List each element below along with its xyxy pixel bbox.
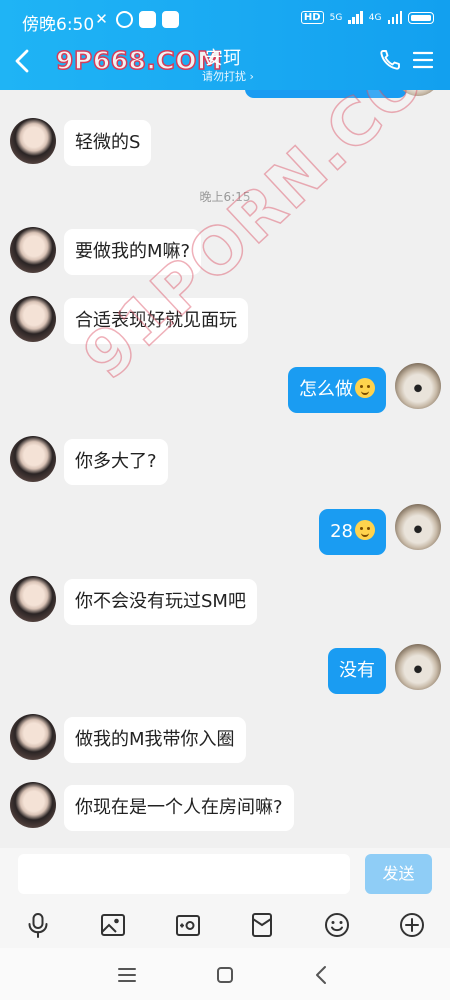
contact-avatar[interactable] (10, 576, 56, 622)
phone-icon[interactable] (378, 48, 402, 72)
plus-icon[interactable] (398, 911, 426, 939)
contact-avatar[interactable] (10, 436, 56, 482)
contact-avatar[interactable] (10, 118, 56, 164)
contact-avatar[interactable] (10, 714, 56, 760)
contact-avatar[interactable] (10, 296, 56, 342)
message-bubble-outgoing[interactable]: 28 (319, 509, 386, 555)
message-bubble[interactable]: 轻微的S (64, 120, 152, 166)
send-button[interactable]: 发送 (365, 854, 432, 894)
timestamp: 晚上6:15 (199, 190, 251, 204)
message-bubble[interactable]: 你多大了? (64, 439, 168, 485)
message-bubble[interactable]: 要做我的M嘛? (64, 229, 202, 275)
my-avatar[interactable] (395, 644, 441, 690)
chat-toolbar (0, 903, 450, 948)
contact-name[interactable]: 安珂 (205, 44, 241, 70)
network-5g: 5G (329, 12, 343, 23)
chat-area[interactable]: 轻微的S 晚上6:15 要做我的M嘛? 合适表现好就见面玩 怎么做 你多大了? … (0, 90, 450, 850)
recent-apps-icon[interactable] (116, 964, 138, 986)
message-bubble[interactable]: 合适表现好就见面玩 (64, 298, 248, 344)
status-time: 傍晚6:50 (22, 15, 95, 35)
status-bar: 傍晚6:50 ✕ HD 5G 4G (0, 0, 450, 42)
message-bubble[interactable]: 你不会没有玩过SM吧 (64, 579, 257, 625)
microphone-icon[interactable] (24, 911, 52, 939)
signal-icon-1 (348, 11, 363, 24)
message-bubble[interactable]: 你现在是一个人在房间嘛? (64, 785, 294, 831)
mute-icon: ✕ (95, 10, 108, 28)
contact-status[interactable]: 请勿打扰 › (202, 68, 254, 84)
nav-back-icon[interactable] (311, 964, 333, 986)
my-avatar[interactable] (395, 363, 441, 409)
input-bar: 发送 (0, 848, 450, 906)
emoji-icon[interactable] (323, 911, 351, 939)
message-bubble-outgoing[interactable]: 没有 (328, 648, 386, 694)
home-icon[interactable] (214, 964, 236, 986)
app-notification-icon (162, 11, 179, 28)
partial-outgoing-bubble (245, 90, 407, 98)
network-4g: 4G (368, 12, 382, 23)
notification-icons: ✕ (93, 11, 179, 28)
contact-avatar[interactable] (10, 227, 56, 273)
system-nav-bar (0, 948, 450, 1000)
camera-icon[interactable] (174, 911, 202, 939)
message-text: 怎么做 (299, 379, 353, 400)
image-icon[interactable] (99, 911, 127, 939)
header-watermark: 9P668.COM (55, 45, 223, 76)
message-input[interactable] (18, 854, 350, 894)
message-bubble-outgoing[interactable]: 怎么做 (288, 367, 386, 413)
flushed-emoji-icon (355, 378, 375, 398)
contact-avatar[interactable] (10, 782, 56, 828)
message-bubble[interactable]: 做我的M我带你入圈 (64, 717, 246, 763)
my-avatar[interactable] (395, 504, 441, 550)
alarm-icon (116, 11, 133, 28)
red-packet-icon[interactable] (248, 911, 276, 939)
weibo-icon (139, 11, 156, 28)
menu-icon[interactable] (413, 50, 433, 70)
status-right: HD 5G 4G (300, 11, 434, 24)
chat-header: 傍晚6:50 ✕ HD 5G 4G 9P668.COM 安珂 请勿打扰 › (0, 0, 450, 90)
battery-icon (408, 11, 434, 24)
signal-icon-2 (387, 11, 402, 24)
smile-emoji-icon (355, 520, 375, 540)
hd-badge: HD (300, 11, 324, 24)
back-arrow-icon[interactable] (10, 48, 36, 74)
message-text: 28 (330, 521, 353, 542)
